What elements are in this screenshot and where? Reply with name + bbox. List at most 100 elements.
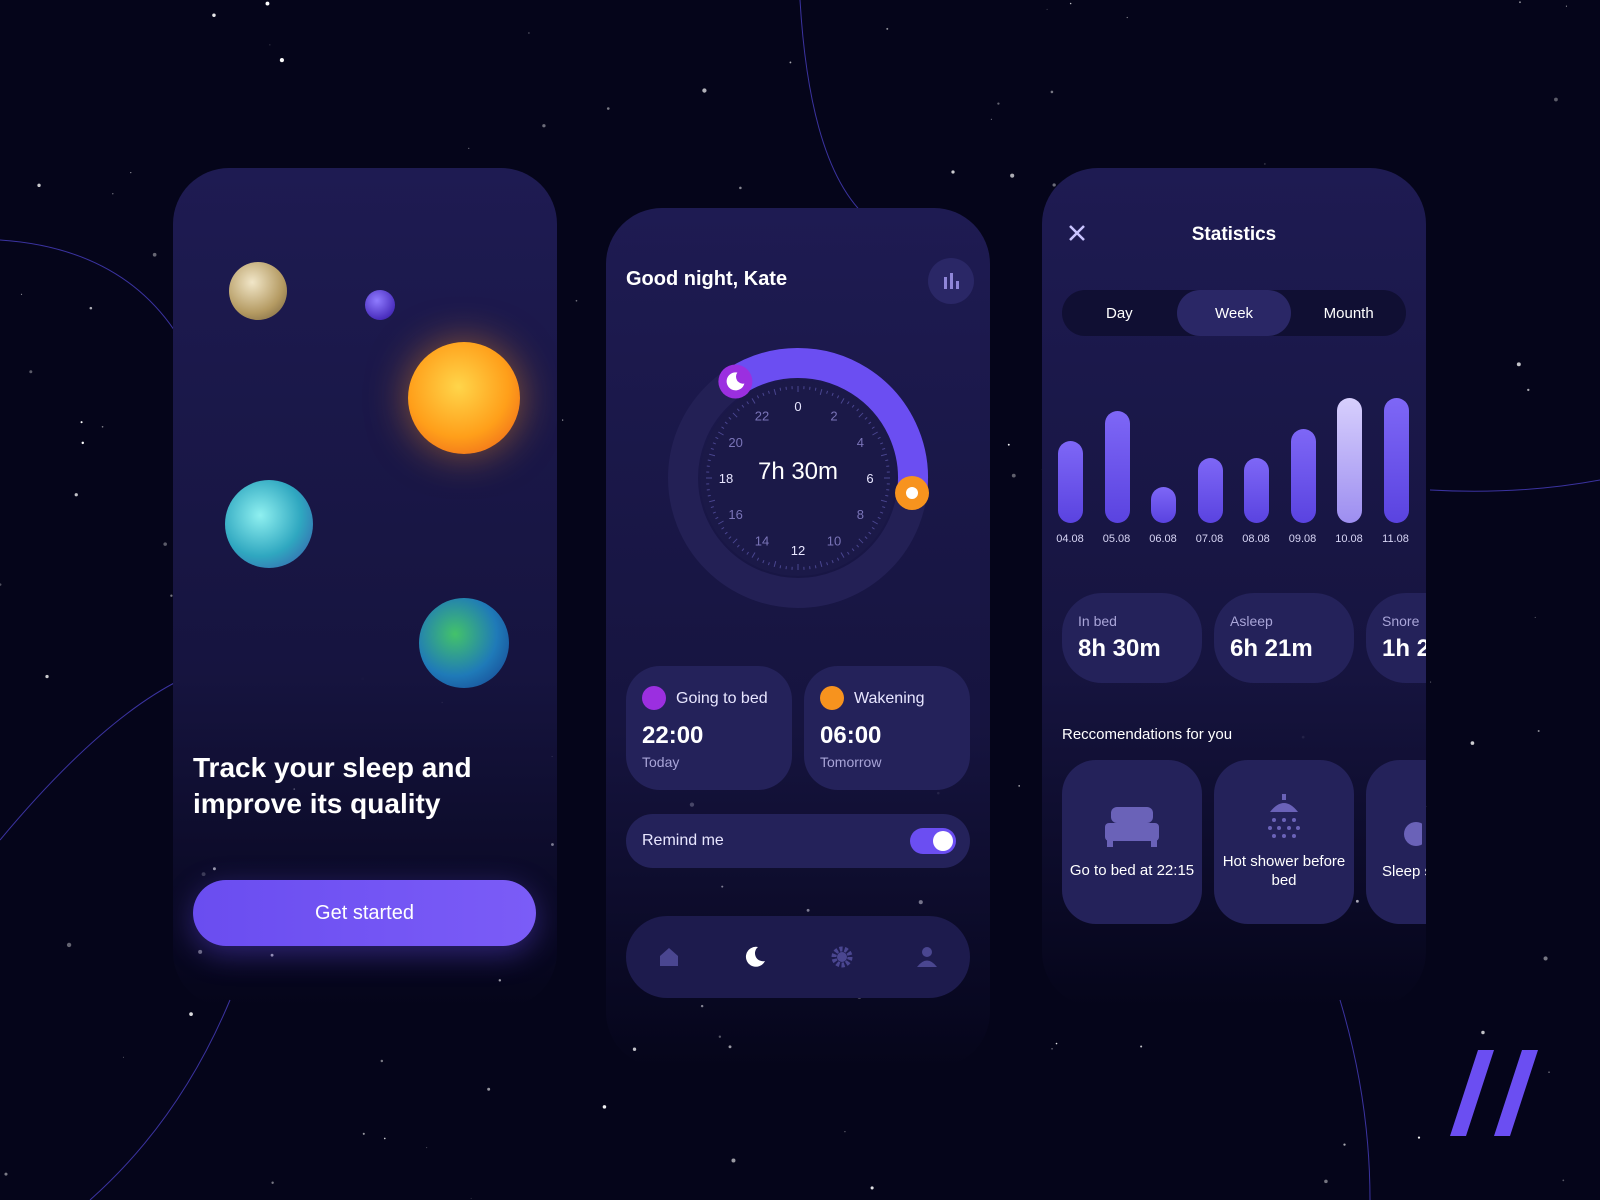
bar-05.08[interactable] bbox=[1104, 410, 1130, 523]
dial-tick bbox=[779, 565, 782, 569]
shower-icon bbox=[1268, 794, 1300, 838]
moon-icon[interactable] bbox=[743, 945, 767, 969]
star bbox=[997, 102, 1000, 105]
star bbox=[20, 293, 23, 296]
star bbox=[1055, 1042, 1058, 1045]
bar-10.08[interactable] bbox=[1337, 398, 1362, 523]
metric-card: In bed 8h 30m bbox=[1062, 593, 1202, 683]
star bbox=[45, 674, 49, 679]
star bbox=[1470, 741, 1475, 745]
tab-month[interactable]: Mounth bbox=[1291, 290, 1406, 336]
star bbox=[29, 370, 33, 374]
star bbox=[380, 1059, 384, 1063]
star bbox=[112, 193, 114, 195]
orbit-line bbox=[0, 239, 201, 381]
star bbox=[1050, 90, 1054, 94]
star bbox=[130, 171, 132, 174]
bedtime-time: 22:00 bbox=[642, 722, 704, 749]
star bbox=[951, 170, 955, 174]
star bbox=[487, 1087, 491, 1091]
bar-04.08[interactable] bbox=[1058, 440, 1083, 523]
dial-tick bbox=[707, 494, 711, 497]
orbit-line bbox=[89, 999, 231, 1200]
x-tick-label: 04.08 bbox=[1056, 533, 1084, 545]
tab-week[interactable]: Week bbox=[1176, 290, 1292, 336]
bar-11.08[interactable] bbox=[1383, 398, 1409, 523]
star bbox=[265, 1, 270, 6]
onboarding-headline: Track your sleep and improve its quality bbox=[193, 752, 472, 819]
star bbox=[1011, 473, 1016, 478]
brand-logo bbox=[1450, 1050, 1538, 1136]
star bbox=[163, 542, 167, 546]
orbit-line bbox=[1339, 999, 1371, 1200]
earth-planet bbox=[419, 598, 509, 688]
star bbox=[468, 147, 470, 149]
dial-hour-label: 2 bbox=[830, 409, 837, 424]
home-icon[interactable] bbox=[658, 946, 680, 968]
star bbox=[1481, 1030, 1485, 1035]
star bbox=[1343, 1143, 1346, 1146]
star bbox=[606, 107, 610, 110]
dial-hour-label: 20 bbox=[728, 435, 742, 450]
gear-icon[interactable] bbox=[831, 946, 853, 968]
x-tick-label: 07.08 bbox=[1195, 533, 1224, 545]
star bbox=[81, 441, 85, 445]
star bbox=[1417, 1136, 1421, 1139]
star bbox=[1007, 443, 1010, 446]
star bbox=[731, 1158, 736, 1163]
star bbox=[37, 183, 41, 188]
bar-09.08[interactable] bbox=[1290, 429, 1316, 523]
orbit-line bbox=[0, 679, 181, 841]
metric-label: Asleep bbox=[1230, 613, 1273, 629]
dial-hour-label: 16 bbox=[728, 507, 742, 522]
bar-06.08[interactable] bbox=[1151, 486, 1176, 523]
wake-time: 06:00 bbox=[820, 722, 882, 749]
metric-label: In bed bbox=[1078, 613, 1117, 629]
star bbox=[1069, 2, 1072, 5]
star bbox=[1324, 1179, 1328, 1184]
star bbox=[1046, 8, 1048, 10]
small-purple-planet bbox=[365, 290, 395, 320]
remind-label: Remind me bbox=[642, 832, 724, 849]
bar-07.08[interactable] bbox=[1197, 458, 1223, 523]
dial-hour-label: 14 bbox=[755, 533, 769, 548]
x-tick-label: 10.08 bbox=[1335, 533, 1363, 545]
bottom-nav bbox=[626, 916, 970, 998]
star bbox=[1140, 1045, 1143, 1048]
period-tabs: Day Week Mounth bbox=[1062, 290, 1406, 336]
wake-card[interactable]: Wakening 06:00 Tomorrow bbox=[804, 666, 970, 790]
dial-hour-label: 8 bbox=[857, 507, 864, 522]
remind-toggle[interactable] bbox=[910, 828, 956, 854]
statistics-title: Statistics bbox=[1191, 224, 1277, 245]
dial-hour-label: 12 bbox=[791, 543, 805, 558]
user-icon[interactable] bbox=[916, 946, 938, 968]
sun-icon bbox=[906, 487, 919, 500]
bar-08.08[interactable] bbox=[1244, 458, 1269, 523]
tab-day[interactable]: Day bbox=[1062, 290, 1177, 336]
bedtime-day: Today bbox=[642, 754, 680, 770]
x-tick-label: 05.08 bbox=[1102, 533, 1131, 545]
dial-tick bbox=[885, 494, 889, 497]
get-started-button[interactable]: Get started bbox=[193, 880, 536, 946]
dial-hour-label: 0 bbox=[794, 399, 801, 414]
star bbox=[74, 493, 78, 497]
wake-day: Tomorrow bbox=[820, 754, 882, 770]
rec-card-sleep[interactable]: Sleep sc bbox=[1366, 760, 1426, 924]
orbit-line bbox=[799, 0, 871, 221]
star bbox=[844, 1131, 846, 1133]
metric-card: Asleep 6h 21m bbox=[1214, 593, 1354, 683]
star bbox=[269, 44, 271, 46]
star bbox=[66, 942, 72, 948]
rec-card-shower[interactable]: Hot shower before bed bbox=[1214, 760, 1354, 924]
sun-planet bbox=[408, 342, 520, 454]
star bbox=[1534, 616, 1536, 618]
statistics-button[interactable] bbox=[928, 258, 974, 304]
star bbox=[426, 1147, 428, 1149]
metric-label: Snore bbox=[1382, 613, 1420, 629]
rec-card-bed[interactable]: Go to bed at 22:15 bbox=[1062, 760, 1202, 924]
bedtime-card[interactable]: Going to bed 22:00 Today bbox=[626, 666, 792, 790]
star bbox=[739, 186, 742, 190]
sun-icon bbox=[820, 686, 844, 710]
rec-text: Hot shower before bed bbox=[1222, 853, 1346, 889]
moon-icon bbox=[642, 686, 666, 710]
